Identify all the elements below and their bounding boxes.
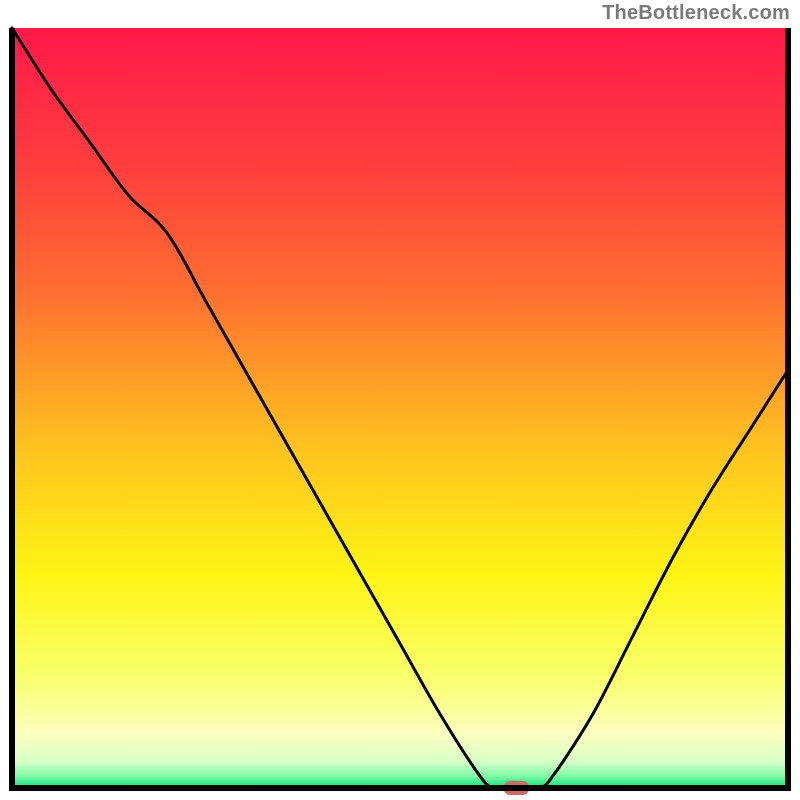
watermark-text: TheBottleneck.com — [602, 2, 790, 25]
chart-background — [12, 28, 788, 788]
chart-container: TheBottleneck.com — [0, 0, 800, 800]
bottleneck-chart — [0, 0, 800, 800]
